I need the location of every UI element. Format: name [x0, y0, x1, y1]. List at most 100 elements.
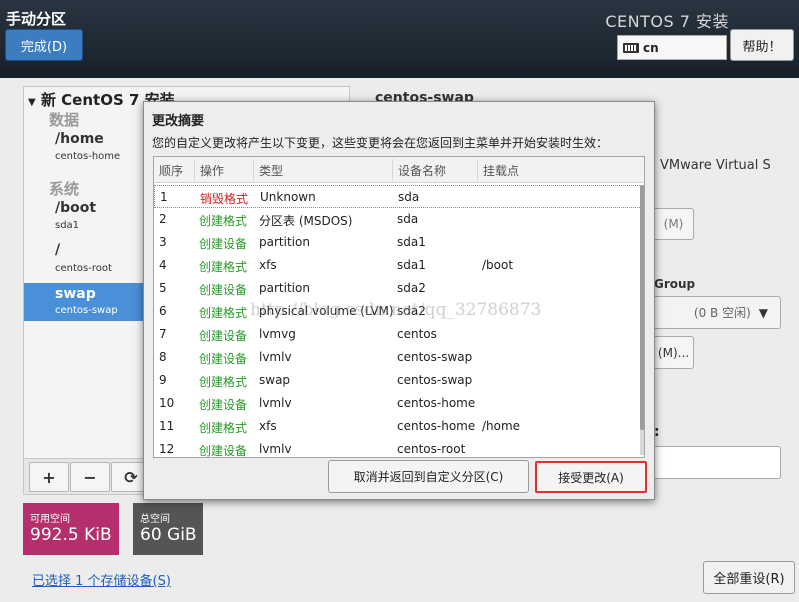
remove-mount-point-button[interactable]: −	[70, 462, 110, 492]
row-device: centos-swap	[397, 373, 473, 387]
installer-title: CENTOS 7 安装	[605, 12, 729, 31]
modify-device-button[interactable]: (M)	[654, 208, 694, 240]
keyboard-layout-indicator[interactable]: cn	[617, 35, 727, 60]
total-space-label: 总空间	[140, 514, 170, 525]
table-row[interactable]: 2 创建格式 分区表 (MSDOS) sda	[154, 208, 642, 231]
free-space-badge: 可用空间 992.5 KiB	[23, 503, 119, 555]
mount-point-label: /	[55, 242, 61, 258]
row-order: 2	[159, 212, 167, 226]
column-divider	[253, 159, 254, 181]
device-label: sda1	[55, 220, 80, 231]
mount-item-swap-selected[interactable]: swap centos-swap	[24, 283, 146, 321]
column-divider	[477, 159, 478, 181]
row-order: 12	[159, 442, 175, 456]
device-label: centos-home	[55, 151, 121, 162]
page-title: 手动分区	[6, 10, 67, 28]
help-button[interactable]: 帮助！	[730, 29, 794, 61]
row-order: 5	[159, 281, 167, 295]
minus-icon: −	[83, 467, 97, 487]
selected-storage-link[interactable]: 已选择 1 个存储设备(S)	[32, 570, 171, 589]
table-row[interactable]: 3 创建设备 partition sda1	[154, 231, 642, 254]
table-row[interactable]: 7 创建设备 lvmvg centos	[154, 323, 642, 346]
row-type: lvmlv	[259, 396, 292, 410]
row-action: 创建设备	[199, 444, 248, 458]
row-device: sda1	[397, 258, 426, 272]
table-row[interactable]: 11 创建格式 xfs centos-home/home	[154, 415, 642, 438]
row-action: 销毁格式	[200, 192, 249, 206]
device-label: centos-root	[55, 263, 112, 274]
reset-all-button[interactable]: 全部重设(R)	[703, 561, 795, 594]
keyboard-layout-label: cn	[643, 40, 659, 55]
row-action: 创建格式	[199, 260, 248, 274]
device-description: VMware Virtual S	[660, 158, 771, 173]
table-row[interactable]: 9 创建格式 swap centos-swap	[154, 369, 642, 392]
refresh-icon: ⟳	[124, 467, 138, 487]
row-order: 9	[159, 373, 167, 387]
free-space-value: 992.5 KiB	[30, 525, 112, 545]
row-action: 创建设备	[199, 329, 248, 343]
expander-triangle-icon: ▼	[28, 97, 36, 108]
vertical-scrollbar[interactable]	[640, 185, 644, 455]
row-action: 创建格式	[199, 306, 248, 320]
mount-point-label: swap	[55, 286, 96, 302]
table-row[interactable]: 10 创建设备 lvmlv centos-home	[154, 392, 642, 415]
row-action: 创建格式	[199, 214, 248, 228]
row-device: centos-swap	[397, 350, 473, 364]
total-space-value: 60 GiB	[140, 525, 197, 545]
column-header-type[interactable]: 类型	[259, 162, 283, 179]
device-label: centos-swap	[55, 305, 118, 316]
table-row[interactable]: 5 创建设备 partition sda2	[154, 277, 642, 300]
row-type: Unknown	[260, 190, 316, 204]
group-label-data: 数据	[49, 111, 80, 129]
scrollbar-thumb[interactable]	[640, 185, 644, 430]
column-divider	[194, 159, 195, 181]
row-action: 创建设备	[199, 398, 248, 412]
plus-icon: +	[42, 467, 56, 487]
add-mount-point-button[interactable]: +	[29, 462, 69, 492]
row-order: 1	[160, 190, 168, 204]
row-type: swap	[259, 373, 291, 387]
chevron-down-icon: ▼	[758, 305, 768, 320]
column-header-order[interactable]: 顺序	[159, 162, 183, 179]
column-divider	[392, 159, 393, 181]
volume-group-value: (0 B 空闲)	[693, 306, 751, 320]
table-row[interactable]: 4 创建格式 xfs sda1/boot	[154, 254, 642, 277]
row-device: sda	[398, 190, 420, 204]
row-order: 11	[159, 419, 175, 433]
row-device: centos	[397, 327, 437, 341]
row-type: lvmvg	[259, 327, 296, 341]
table-row[interactable]: 1 销毁格式 Unknown sda	[154, 185, 642, 208]
row-action: 创建设备	[199, 237, 248, 251]
cancel-return-button[interactable]: 取消并返回到自定义分区(C)	[328, 460, 529, 493]
volume-group-label: Group	[654, 277, 696, 291]
row-action: 创建格式	[199, 375, 248, 389]
volume-group-select[interactable]: (0 B 空闲) ▼	[654, 296, 781, 329]
row-order: 10	[159, 396, 175, 410]
name-input[interactable]	[654, 446, 781, 479]
total-space-badge: 总空间 60 GiB	[133, 503, 203, 555]
column-header-action[interactable]: 操作	[200, 162, 224, 179]
row-type: partition	[259, 281, 310, 295]
row-type: xfs	[259, 258, 277, 272]
modify-group-button[interactable]: (M)...	[654, 336, 694, 369]
table-row[interactable]: 8 创建设备 lvmlv centos-swap	[154, 346, 642, 369]
row-device: sda	[397, 212, 419, 226]
column-header-device[interactable]: 设备名称	[398, 162, 446, 179]
accept-changes-button[interactable]: 接受更改(A)	[535, 461, 647, 493]
free-space-label: 可用空间	[30, 514, 70, 525]
group-label-system: 系统	[49, 180, 80, 198]
mount-point-label: /boot	[55, 200, 97, 216]
row-mount-point: /boot	[482, 258, 514, 272]
mount-point-label: /home	[55, 131, 104, 147]
column-header-mount[interactable]: 挂载点	[483, 162, 519, 179]
row-type: lvmlv	[259, 442, 292, 456]
dialog-description: 您的自定义更改将产生以下变更，这些变更将会在您返回到主菜单并开始安装时生效：	[152, 136, 609, 150]
row-order: 7	[159, 327, 167, 341]
header-bar: 手动分区 完成(D) CENTOS 7 安装 cn 帮助！	[0, 0, 799, 78]
row-order: 3	[159, 235, 167, 249]
table-header: 顺序 操作 类型 设备名称 挂载点	[154, 157, 644, 183]
row-order: 8	[159, 350, 167, 364]
done-button[interactable]: 完成(D)	[5, 29, 83, 61]
table-row[interactable]: 12 创建设备 lvmlv centos-root	[154, 438, 642, 458]
keyboard-icon	[623, 42, 639, 53]
